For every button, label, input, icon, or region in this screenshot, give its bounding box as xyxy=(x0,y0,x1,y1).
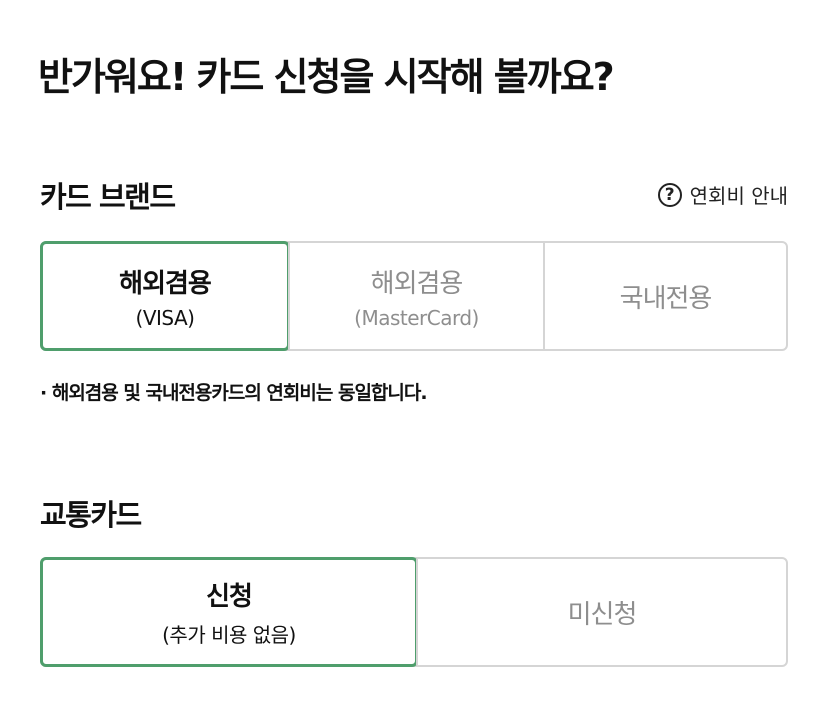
option-main-label: 국내전용 xyxy=(619,283,713,314)
card-brand-option-domestic[interactable]: 국내전용 xyxy=(543,243,786,349)
annual-fee-guide-label: 연회비 안내 xyxy=(689,184,788,208)
annual-fee-guide-link[interactable]: ? 연회비 안내 xyxy=(657,180,788,209)
question-circle-icon: ? xyxy=(657,182,682,207)
option-main-label: 신청 xyxy=(206,582,253,612)
annual-fee-note: · 해외겸용 및 국내전용카드의 연회비는 동일합니다. xyxy=(40,382,428,404)
card-brand-option-visa[interactable]: 해외겸용 (VISA) xyxy=(40,241,290,351)
transit-card-label: 교통카드 xyxy=(40,498,142,532)
option-sub-label: (VISA) xyxy=(135,305,195,330)
card-brand-options: 해외겸용 (VISA) 해외겸용 (MasterCard) 국내전용 xyxy=(40,241,788,351)
page-title: 반가워요! 카드 신청을 시작해 볼까요? xyxy=(38,55,615,99)
option-main-label: 미신청 xyxy=(567,599,638,630)
option-main-label: 해외겸용 xyxy=(119,268,212,299)
card-brand-option-mastercard[interactable]: 해외겸용 (MasterCard) xyxy=(288,243,543,349)
option-sub-label: (추가 비용 없음) xyxy=(162,623,296,647)
transit-card-options: 신청 (추가 비용 없음) 미신청 xyxy=(40,557,788,667)
transit-card-option-no-apply[interactable]: 미신청 xyxy=(416,559,786,665)
card-brand-label: 카드 브랜드 xyxy=(40,180,176,214)
transit-card-option-apply[interactable]: 신청 (추가 비용 없음) xyxy=(40,557,418,667)
option-sub-label: (MasterCard) xyxy=(354,305,479,330)
option-main-label: 해외겸용 xyxy=(370,268,464,299)
